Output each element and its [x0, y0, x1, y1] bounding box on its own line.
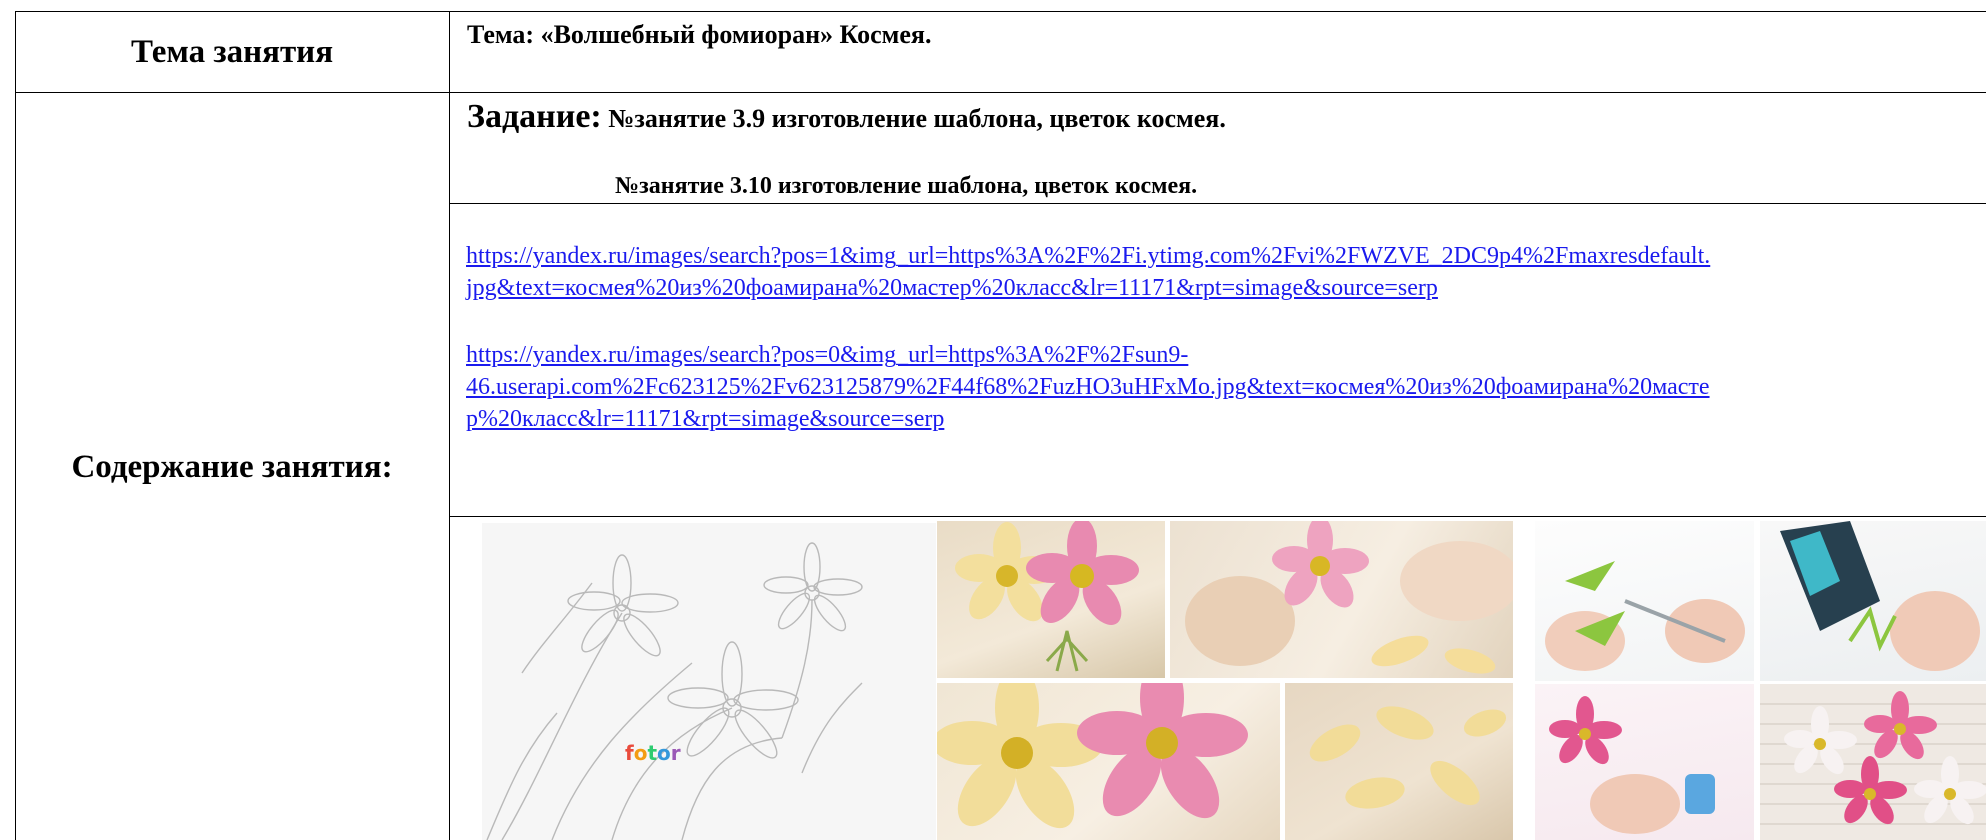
- topic-value: Тема: «Волшебный фомиоран» Космея.: [467, 20, 932, 49]
- cosmos-photo-closeup: [937, 683, 1280, 840]
- petals-illustration: [1309, 706, 1507, 809]
- link-1-line-2[interactable]: jpg&text=космея%20из%20фоамирана%20масте…: [466, 272, 1986, 304]
- links-divider: [449, 516, 1986, 517]
- sketch-drawing: [486, 542, 863, 840]
- cosmos-photo-yellow-pink: [937, 521, 1165, 678]
- template-illustration: [1185, 521, 1513, 674]
- column-divider: [449, 11, 450, 840]
- task-divider: [449, 203, 1986, 204]
- link-2-line-3[interactable]: р%20класс&lr=11171&rpt=simage&source=ser…: [466, 403, 1986, 435]
- cutting-illustration: [1545, 561, 1745, 671]
- photo-iron-tool: [1760, 521, 1986, 681]
- cosmos-photo-petals: [1285, 683, 1513, 840]
- link-2-line-1[interactable]: https://yandex.ru/images/search?pos=0&im…: [466, 339, 1986, 371]
- cosmos-sketch-image: fotor: [482, 523, 936, 840]
- photo-cutting-leaves: [1535, 521, 1754, 681]
- task-heading: Задание: №занятие 3.9 изготовление шабло…: [467, 98, 1226, 136]
- photo-cosmos-bouquet: [1760, 684, 1986, 840]
- topic-label: Тема занятия: [130, 33, 334, 70]
- task-prefix: Задание:: [467, 98, 602, 135]
- fotor-logo: fotor: [625, 741, 681, 765]
- flower-illustration: [955, 521, 1139, 672]
- cosmos-photo-template: [1170, 521, 1513, 678]
- photo-glue-flower: [1535, 684, 1754, 840]
- glue-illustration: [1549, 696, 1715, 834]
- link-1-line-1[interactable]: https://yandex.ru/images/search?pos=1&im…: [466, 240, 1986, 272]
- task-line-1: №занятие 3.9 изготовление шаблона, цвето…: [601, 104, 1226, 133]
- links-block: https://yandex.ru/images/search?pos=1&im…: [466, 240, 1986, 435]
- row-divider: [15, 92, 1986, 93]
- bouquet-illustration: [1760, 691, 1986, 825]
- closeup-illustration: [937, 683, 1248, 829]
- task-line-2: №занятие 3.10 изготовление шаблона, цвет…: [615, 173, 1198, 199]
- content-label: Содержание занятия:: [71, 448, 393, 485]
- iron-illustration: [1780, 521, 1980, 671]
- link-2-line-2[interactable]: 46.userapi.com%2Fc623125%2Fv623125879%2F…: [466, 371, 1986, 403]
